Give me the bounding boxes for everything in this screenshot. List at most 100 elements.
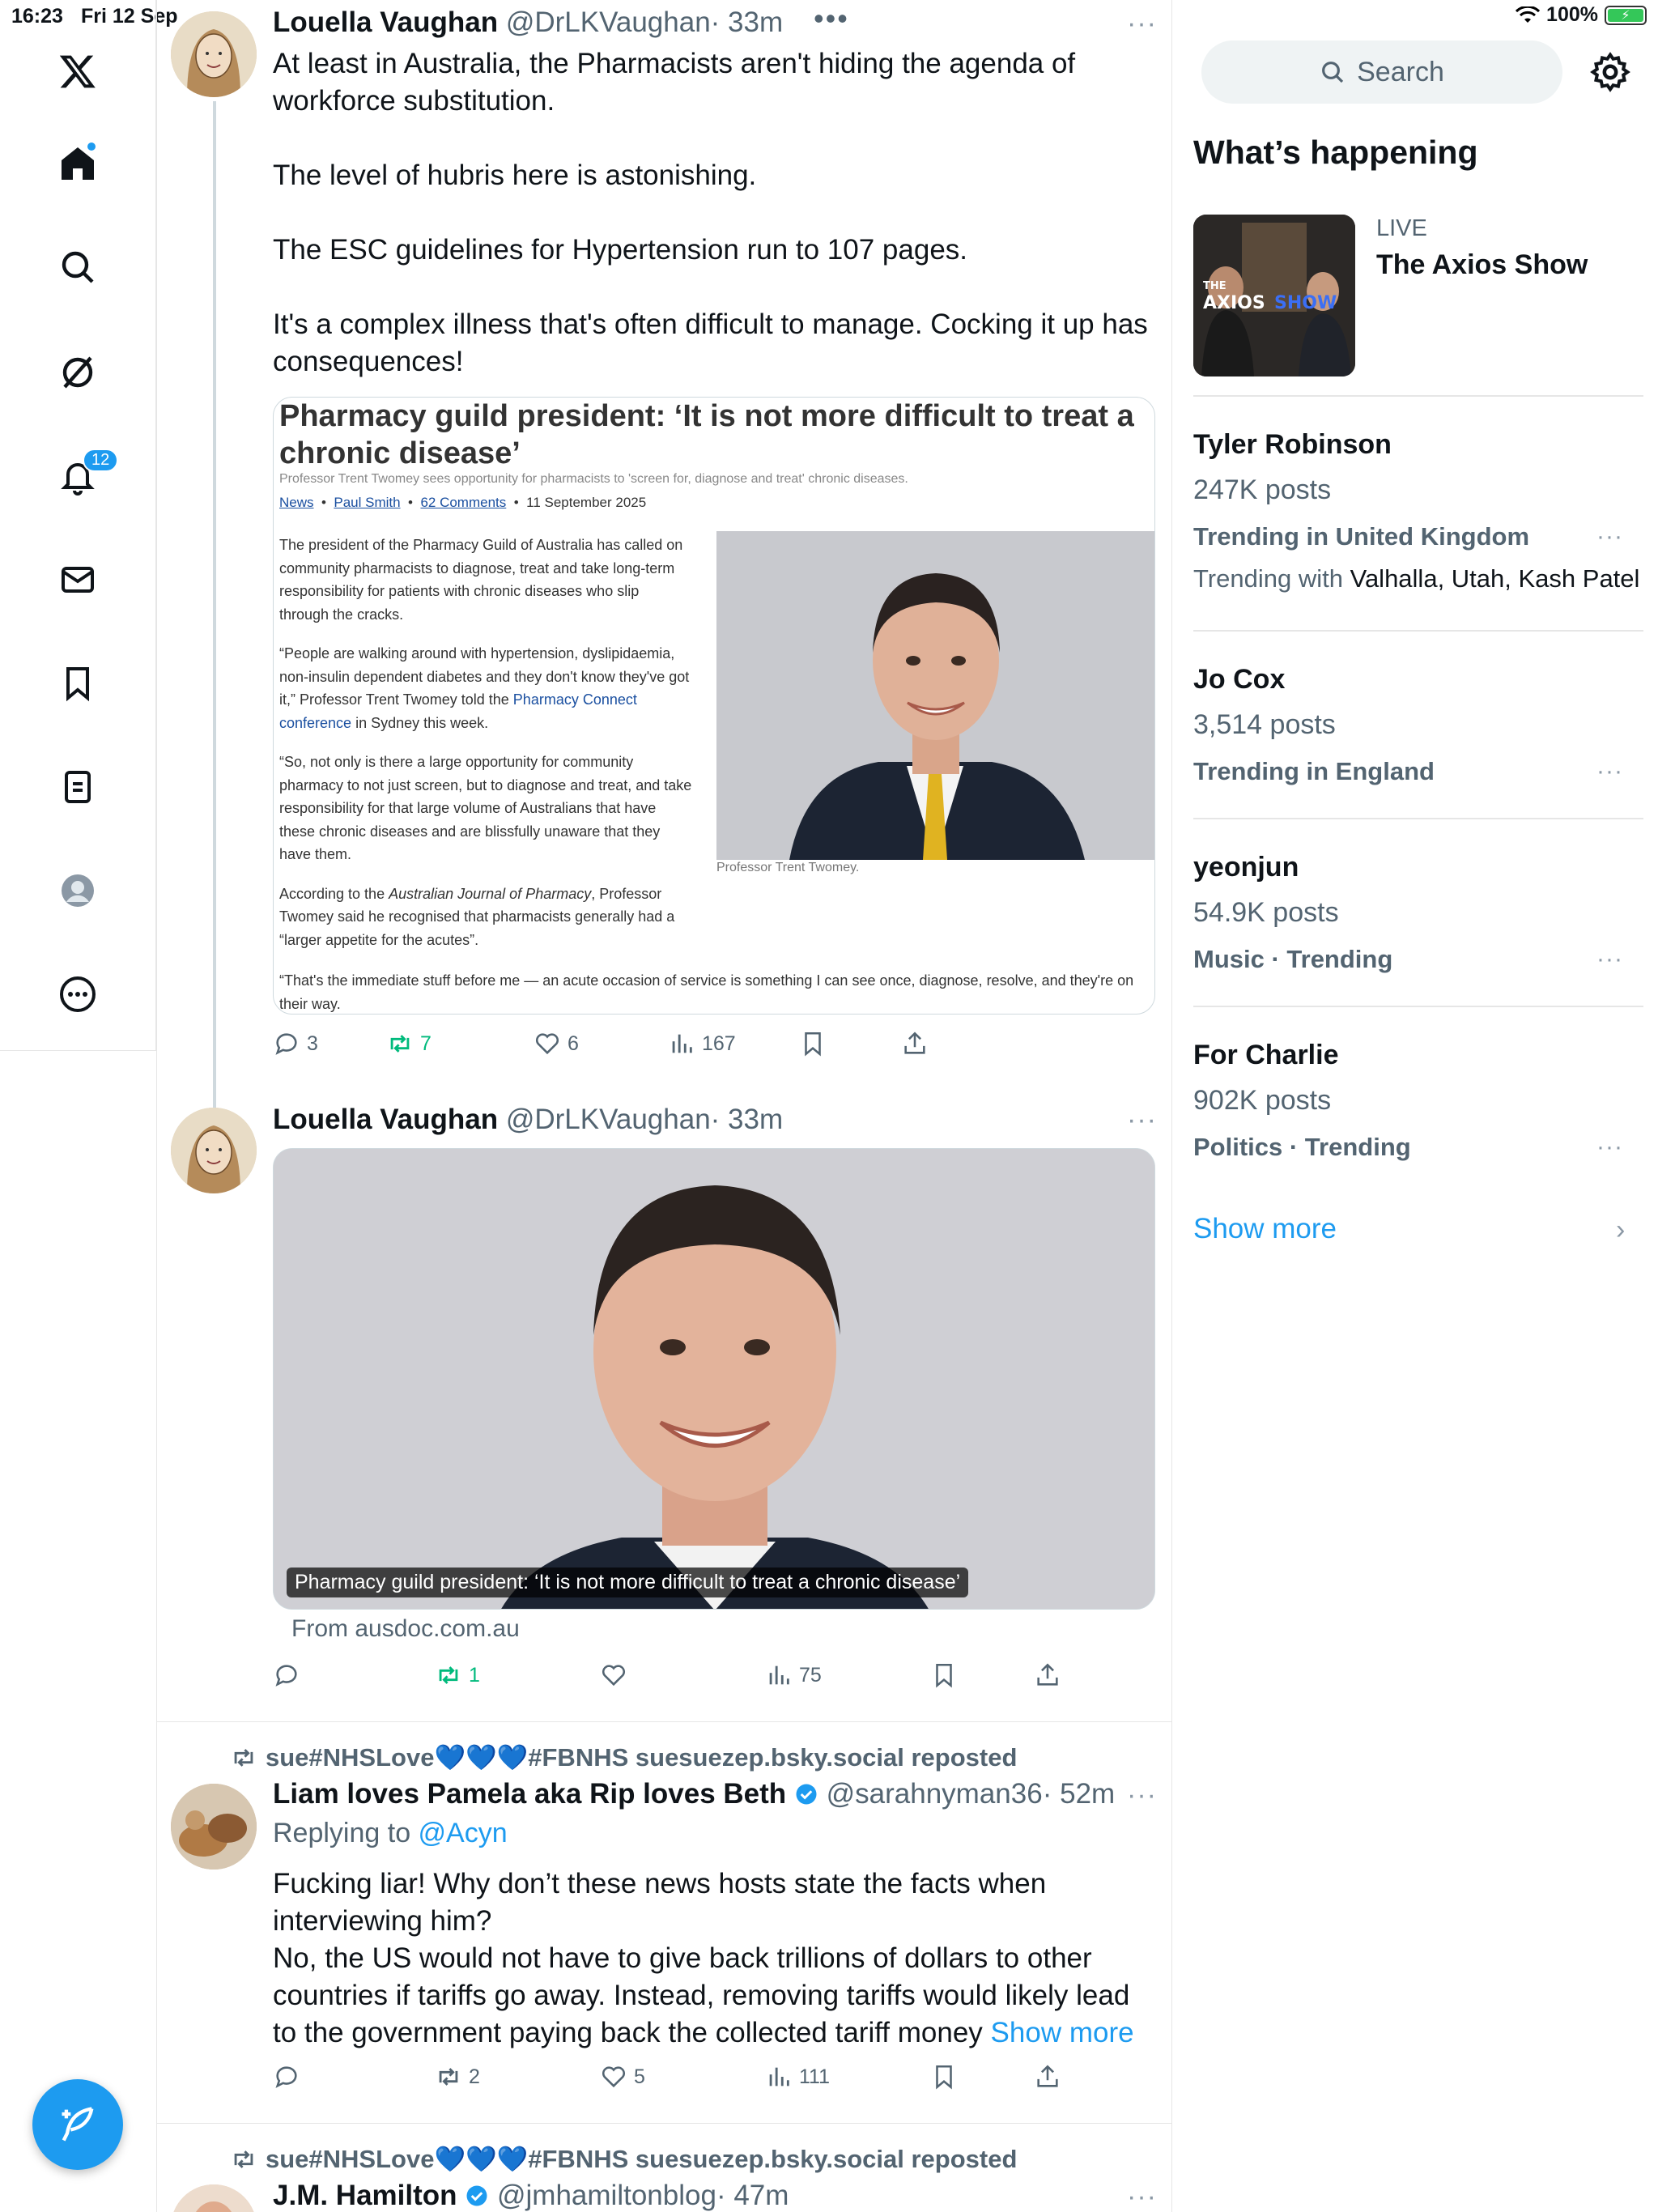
article-screenshot-card[interactable]: Pharmacy guild president: ‘It is not mor…	[273, 397, 1155, 1015]
trend-posts: 3,514 posts	[1193, 709, 1336, 740]
repost-indicator[interactable]: sue#NHSLove💙💙💙#FBNHS suesuezep.bsky.soci…	[230, 1742, 1017, 1772]
reply-icon	[275, 1033, 297, 1055]
article-meta: News • Paul Smith • 62 Comments • 11 Sep…	[279, 495, 647, 510]
grok-icon[interactable]	[53, 348, 102, 397]
trend-posts: 902K posts	[1193, 1085, 1332, 1116]
bookmarks-icon[interactable]	[53, 659, 102, 708]
bookmark-button[interactable]	[930, 2063, 958, 2091]
tweet-header: Louella Vaughan @DrLKVaughan· 33m	[273, 1104, 783, 1136]
share-button[interactable]	[1034, 2063, 1061, 2091]
reply-button[interactable]	[273, 2063, 307, 2091]
article-photo-caption: Professor Trent Twomey.	[716, 861, 860, 874]
reply-button[interactable]: 3	[273, 1030, 318, 1057]
multitask-dots[interactable]: •••	[814, 2, 849, 36]
views-button[interactable]: 75	[765, 1661, 822, 1689]
tweet-time[interactable]: · 52m	[1043, 1778, 1115, 1810]
tweet-time[interactable]: · 33m	[711, 6, 783, 38]
like-button[interactable]	[600, 1661, 634, 1689]
views-button[interactable]: 167	[668, 1030, 736, 1057]
author-handle[interactable]: @jmhamiltonblog	[497, 2180, 716, 2211]
bookmark-button[interactable]	[799, 1030, 827, 1057]
repost-indicator[interactable]: sue#NHSLove💙💙💙#FBNHS suesuezep.bsky.soci…	[230, 2144, 1017, 2174]
search-bar[interactable]: Search	[1201, 40, 1562, 104]
tweet-more-icon[interactable]: ···	[1127, 1104, 1157, 1136]
feed-left-border	[156, 0, 157, 2212]
reply-button[interactable]	[273, 1661, 307, 1689]
tweet-time[interactable]: · 33m	[711, 1104, 783, 1135]
tweet-header: Louella Vaughan @DrLKVaughan· 33m	[273, 6, 783, 39]
like-button[interactable]: 5	[600, 2063, 645, 2091]
trend-name[interactable]: Tyler Robinson	[1193, 429, 1392, 461]
repost-button[interactable]: 1	[435, 1661, 480, 1689]
author-handle[interactable]: @sarahnyman36	[827, 1778, 1043, 1810]
author-name[interactable]: J.M. Hamilton	[273, 2180, 457, 2211]
views-button[interactable]: 111	[765, 2063, 830, 2091]
views-count: 111	[799, 2065, 831, 2088]
status-right: 100% ⚡	[1516, 3, 1647, 27]
tweet-header: Liam loves Pamela aka Rip loves Beth @sa…	[273, 1778, 1115, 1810]
bookmark-button[interactable]	[930, 1661, 958, 1689]
author-name[interactable]: Liam loves Pamela aka Rip loves Beth	[273, 1778, 786, 1810]
article-subtitle: Professor Trent Twomey sees opportunity …	[279, 472, 908, 486]
tweet-time[interactable]: · 47m	[716, 2180, 789, 2211]
profile-icon[interactable]	[53, 866, 102, 915]
tweet-paragraph: The ESC guidelines for Hypertension run …	[273, 234, 968, 266]
link-preview-image	[274, 1149, 1154, 1609]
search-placeholder: Search	[1357, 56, 1444, 87]
heart-icon	[535, 1033, 559, 1055]
live-thumbnail-text: AXIOS	[1203, 293, 1265, 313]
messages-icon[interactable]	[53, 555, 102, 604]
tweet-more-icon[interactable]: ···	[1127, 1780, 1157, 1811]
article-paragraph: “That's the immediate stuff before me — …	[279, 972, 1134, 1012]
x-logo-icon[interactable]	[53, 47, 102, 96]
trend-more-icon[interactable]: ···	[1596, 758, 1623, 785]
article-photo	[716, 531, 1154, 860]
battery-percent: 100%	[1546, 3, 1598, 26]
link-preview-card[interactable]: Pharmacy guild president: ‘It is not mor…	[273, 1148, 1155, 1610]
article-title: Pharmacy guild president: ‘It is not mor…	[279, 399, 1134, 470]
author-name[interactable]: Louella Vaughan	[273, 6, 498, 38]
article-paragraph: “So, not only is there a large opportuni…	[279, 754, 692, 862]
live-title[interactable]: The Axios Show	[1376, 249, 1588, 281]
trend-more-icon[interactable]: ···	[1596, 523, 1623, 551]
avatar[interactable]	[171, 1108, 257, 1193]
more-options-icon[interactable]	[53, 970, 102, 1019]
link-source[interactable]: From ausdoc.com.au	[291, 1615, 520, 1643]
live-thumbnail[interactable]: THE AXIOS SHOW	[1193, 215, 1355, 376]
share-icon	[904, 1032, 925, 1054]
trend-context: Music · Trending	[1193, 945, 1393, 973]
trend-with: Trending with Valhalla, Utah, Kash Patel	[1193, 564, 1640, 593]
trend-name[interactable]: yeonjun	[1193, 852, 1299, 883]
trend-more-icon[interactable]: ···	[1596, 946, 1623, 973]
reply-count: 3	[307, 1032, 318, 1055]
trend-name[interactable]: For Charlie	[1193, 1040, 1338, 1071]
avatar[interactable]	[171, 2184, 257, 2212]
avatar[interactable]	[171, 1784, 257, 1870]
compose-post-button[interactable]	[32, 2079, 123, 2170]
show-more-link[interactable]: Show more	[1193, 1213, 1337, 1245]
replying-to-link[interactable]: @Acyn	[419, 1818, 508, 1848]
tweet-more-icon[interactable]: ···	[1127, 2181, 1157, 2212]
search-icon[interactable]	[53, 243, 102, 291]
notifications-icon[interactable]: 12	[53, 449, 119, 500]
avatar[interactable]	[171, 11, 257, 97]
trend-more-icon[interactable]: ···	[1596, 1134, 1623, 1161]
repost-button[interactable]: 7	[386, 1030, 432, 1057]
tweet-more-icon[interactable]: ···	[1127, 8, 1157, 40]
author-handle[interactable]: @DrLKVaughan	[506, 1104, 711, 1135]
repost-icon	[234, 1748, 253, 1767]
home-icon[interactable]	[53, 139, 102, 188]
author-name[interactable]: Louella Vaughan	[273, 1104, 498, 1135]
trend-context: Trending in United Kingdom	[1193, 522, 1530, 551]
trend-name[interactable]: Jo Cox	[1193, 664, 1285, 696]
thread-connector	[213, 101, 216, 1109]
sidebar-divider	[1193, 818, 1643, 819]
repost-button[interactable]: 2	[435, 2063, 480, 2091]
share-button[interactable]	[901, 1030, 929, 1057]
lists-icon[interactable]	[53, 763, 102, 811]
settings-gear-icon[interactable]	[1588, 50, 1632, 94]
share-button[interactable]	[1034, 1661, 1061, 1689]
author-handle[interactable]: @DrLKVaughan	[506, 6, 711, 38]
like-button[interactable]: 6	[534, 1030, 579, 1057]
show-more-link[interactable]: Show more	[991, 2017, 1134, 2048]
